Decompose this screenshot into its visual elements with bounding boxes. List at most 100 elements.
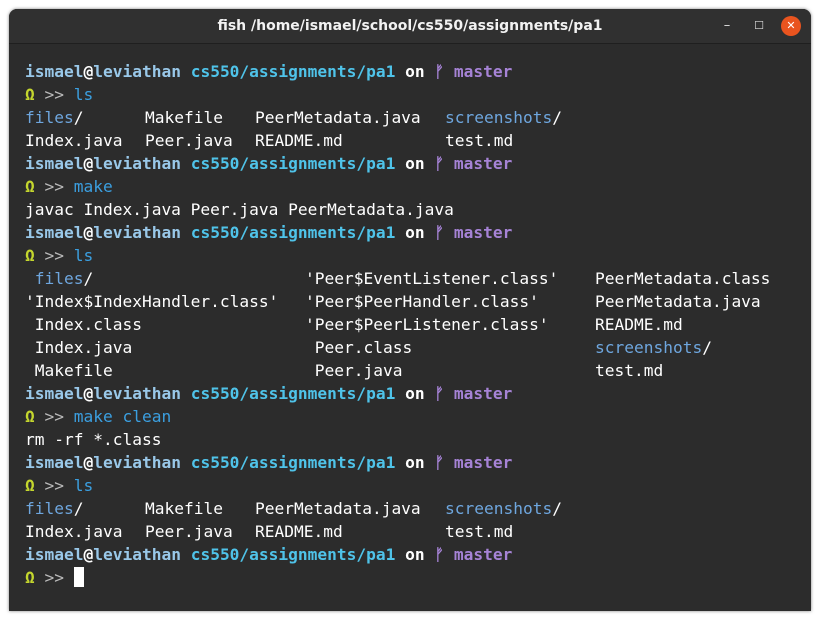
ls-output-row: 'Index$IndexHandler.class' 'Peer$PeerHand… [25,290,811,313]
prompt-line: ismael@leviathan cs550/assignments/pa1 o… [25,382,811,405]
prompt-host: leviathan [93,384,181,403]
command-line: Ω >> make [25,175,811,198]
ls-output-row: Makefile Peer.java test.md [25,359,811,382]
prompt-chevrons: >> [44,568,65,587]
command-line: Ω >> ls [25,244,811,267]
output-line: rm -rf *.class [25,428,811,451]
prompt-branch: master [453,545,513,564]
prompt-at: @ [83,154,94,173]
entry-name: PeerMetadata.java [255,499,421,518]
prompt-chevrons: >> [44,476,65,495]
file-entry: Peer.class [305,336,595,359]
prompt-host: leviathan [93,154,181,173]
terminal-output[interactable]: ismael@leviathan cs550/assignments/pa1 o… [25,60,811,589]
entry-name: Peer.class [305,338,413,357]
prompt-user: ismael [25,154,84,173]
close-icon[interactable]: ✕ [781,16,801,36]
file-entry: 'Peer$EventListener.class' [305,267,595,290]
prompt-path: cs550/assignments/pa1 [190,545,396,564]
minimize-icon[interactable]: – [717,16,737,36]
file-entry: Peer.java [305,359,595,382]
entry-name: PeerMetadata.class [595,269,771,288]
directory-entry: screenshots/ [445,106,562,129]
file-entry: README.md [255,129,445,152]
prompt-branch: master [453,453,513,472]
git-branch-icon: ᚠ [434,154,445,173]
output-text: rm -rf *.class [25,430,162,449]
prompt-on: on [405,62,425,81]
window-title: fish /home/ismael/school/cs550/assignmen… [217,18,603,34]
file-entry: 'Peer$PeerHandler.class' [305,290,595,313]
command-text: make clean [73,407,172,426]
file-entry: Peer.java [145,129,255,152]
file-entry: Makefile [145,106,255,129]
title-bar[interactable]: fish /home/ismael/school/cs550/assignmen… [9,9,811,44]
ls-output-row: Index.java Peer.java README.md test.md [25,520,811,543]
prompt-host: leviathan [93,453,181,472]
entry-name: Index.java [25,338,133,357]
prompt-user: ismael [25,453,84,472]
file-entry: README.md [595,313,683,336]
omega-icon: Ω [25,85,35,104]
prompt-branch: master [453,384,513,403]
prompt-at: @ [83,453,94,472]
prompt-at: @ [83,223,94,242]
prompt-branch: master [453,62,513,81]
git-branch-icon: ᚠ [434,453,445,472]
entry-name: files [25,499,74,518]
entry-suffix: / [702,338,712,357]
entry-name: Peer.java [145,131,233,150]
entry-name: test.md [445,131,514,150]
command-text: ls [73,85,94,104]
command-line: Ω >> [25,566,811,589]
entry-name: PeerMetadata.java [595,292,761,311]
file-entry: test.md [445,129,513,152]
ls-output-row: Index.java Peer.class screenshots/ [25,336,811,359]
file-entry: PeerMetadata.class [595,267,770,290]
entry-name: screenshots [445,108,553,127]
file-entry: PeerMetadata.java [595,290,761,313]
entry-name: files [25,108,74,127]
omega-icon: Ω [25,246,35,265]
prompt-host: leviathan [93,545,181,564]
entry-name: Index.class [25,315,142,334]
file-entry: README.md [255,520,445,543]
entry-name: 'Peer$PeerHandler.class' [305,292,539,311]
prompt-on: on [405,453,425,472]
git-branch-icon: ᚠ [434,62,445,81]
text-cursor[interactable] [73,567,84,587]
file-entry: test.md [445,520,513,543]
file-entry: PeerMetadata.java [255,106,445,129]
command-text: make [73,177,113,196]
entry-name: 'Index$IndexHandler.class' [25,292,279,311]
ls-output-row: files/Makefile PeerMetadata.java screensho… [25,497,811,520]
prompt-user: ismael [25,384,84,403]
prompt-on: on [405,545,425,564]
omega-icon: Ω [25,476,35,495]
entry-name: PeerMetadata.java [255,108,421,127]
directory-entry: screenshots/ [445,497,562,520]
prompt-user: ismael [25,62,84,81]
directory-entry: files/ [25,267,305,290]
prompt-on: on [405,223,425,242]
directory-entry: screenshots/ [595,336,712,359]
entry-name: README.md [255,131,343,150]
entry-name: screenshots [595,338,703,357]
entry-suffix: / [83,269,94,288]
git-branch-icon: ᚠ [434,223,445,242]
entry-name: test.md [445,522,514,541]
entry-name: files [25,269,84,288]
file-entry: Index.java [25,129,145,152]
ls-output-row: Index.class 'Peer$PeerListener.class' READ… [25,313,811,336]
prompt-at: @ [83,384,94,403]
prompt-path: cs550/assignments/pa1 [190,384,396,403]
git-branch-icon: ᚠ [434,384,445,403]
prompt-line: ismael@leviathan cs550/assignments/pa1 o… [25,221,811,244]
prompt-path: cs550/assignments/pa1 [190,453,396,472]
maximize-icon[interactable]: ☐ [749,16,769,36]
command-text: ls [73,246,94,265]
output-text: javac Index.java Peer.java PeerMetadata.… [25,200,454,219]
file-entry: Index.class [25,313,305,336]
entry-name: Peer.java [305,361,403,380]
prompt-chevrons: >> [44,177,65,196]
